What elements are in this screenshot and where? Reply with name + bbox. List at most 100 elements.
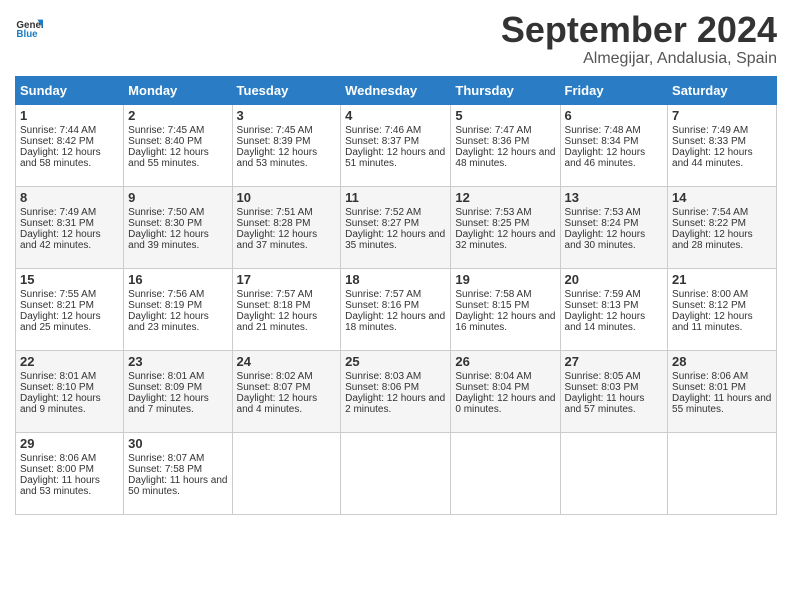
sunset: Sunset: 8:10 PM <box>20 382 94 393</box>
svg-text:Blue: Blue <box>16 29 38 40</box>
calendar-cell: 3Sunrise: 7:45 AMSunset: 8:39 PMDaylight… <box>232 104 341 186</box>
daylight: Daylight: 12 hours and 58 minutes. <box>20 147 101 169</box>
sunrise: Sunrise: 7:49 AM <box>20 207 96 218</box>
header: General Blue September 2024 Almegijar, A… <box>15 10 777 68</box>
sunrise: Sunrise: 7:46 AM <box>345 125 421 136</box>
calendar-cell: 7Sunrise: 7:49 AMSunset: 8:33 PMDaylight… <box>668 104 777 186</box>
col-friday: Friday <box>560 76 668 104</box>
day-number: 5 <box>455 108 555 123</box>
sunrise: Sunrise: 7:45 AM <box>237 125 313 136</box>
sunrise: Sunrise: 8:04 AM <box>455 371 531 382</box>
calendar-cell: 2Sunrise: 7:45 AMSunset: 8:40 PMDaylight… <box>124 104 232 186</box>
day-number: 4 <box>345 108 446 123</box>
sunrise: Sunrise: 7:53 AM <box>565 207 641 218</box>
calendar-cell: 23Sunrise: 8:01 AMSunset: 8:09 PMDayligh… <box>124 350 232 432</box>
daylight: Daylight: 12 hours and 16 minutes. <box>455 311 555 333</box>
sunset: Sunset: 8:21 PM <box>20 300 94 311</box>
daylight: Daylight: 12 hours and 51 minutes. <box>345 147 445 169</box>
sunset: Sunset: 8:22 PM <box>672 218 746 229</box>
calendar-cell: 16Sunrise: 7:56 AMSunset: 8:19 PMDayligh… <box>124 268 232 350</box>
calendar-cell <box>232 432 341 514</box>
day-number: 27 <box>565 354 664 369</box>
sunset: Sunset: 8:25 PM <box>455 218 529 229</box>
day-number: 16 <box>128 272 227 287</box>
title-block: September 2024 Almegijar, Andalusia, Spa… <box>501 10 777 68</box>
daylight: Daylight: 12 hours and 14 minutes. <box>565 311 646 333</box>
daylight: Daylight: 12 hours and 30 minutes. <box>565 229 646 251</box>
calendar-cell: 30Sunrise: 8:07 AMSunset: 7:58 PMDayligh… <box>124 432 232 514</box>
day-number: 15 <box>20 272 119 287</box>
calendar-body: 1Sunrise: 7:44 AMSunset: 8:42 PMDaylight… <box>16 104 777 514</box>
sunset: Sunset: 8:13 PM <box>565 300 639 311</box>
day-number: 18 <box>345 272 446 287</box>
day-number: 8 <box>20 190 119 205</box>
daylight: Daylight: 12 hours and 18 minutes. <box>345 311 445 333</box>
day-number: 7 <box>672 108 772 123</box>
calendar-cell: 4 Sunrise: 7:46 AMSunset: 8:37 PMDaylight… <box>341 104 451 186</box>
daylight: Daylight: 12 hours and 42 minutes. <box>20 229 101 251</box>
sunset: Sunset: 8:37 PM <box>345 136 419 147</box>
day-number: 14 <box>672 190 772 205</box>
calendar-cell: 9Sunrise: 7:50 AMSunset: 8:30 PMDaylight… <box>124 186 232 268</box>
sunset: Sunset: 8:31 PM <box>20 218 94 229</box>
sunrise: Sunrise: 8:01 AM <box>20 371 96 382</box>
sunset: Sunset: 8:30 PM <box>128 218 202 229</box>
sunrise: Sunrise: 7:55 AM <box>20 289 96 300</box>
calendar-cell: 19 Sunrise: 7:58 AMSunset: 8:15 PMDayligh… <box>451 268 560 350</box>
calendar-cell: 18Sunrise: 7:57 AMSunset: 8:16 PMDayligh… <box>341 268 451 350</box>
calendar-row: 8Sunrise: 7:49 AMSunset: 8:31 PMDaylight… <box>16 186 777 268</box>
sunset: Sunset: 8:15 PM <box>455 300 529 311</box>
calendar-cell: 12Sunrise: 7:53 AMSunset: 8:25 PMDayligh… <box>451 186 560 268</box>
sunset: Sunset: 8:39 PM <box>237 136 311 147</box>
calendar-cell: 22Sunrise: 8:01 AMSunset: 8:10 PMDayligh… <box>16 350 124 432</box>
day-number: 1 <box>20 108 119 123</box>
calendar-row: 1Sunrise: 7:44 AMSunset: 8:42 PMDaylight… <box>16 104 777 186</box>
calendar-cell: 8 Sunrise: 7:49 AMSunset: 8:31 PMDaylight… <box>16 186 124 268</box>
sunset: Sunset: 8:04 PM <box>455 382 529 393</box>
day-number: 29 <box>20 436 119 451</box>
day-number: 17 <box>237 272 337 287</box>
day-number: 28 <box>672 354 772 369</box>
day-number: 19 <box>455 272 555 287</box>
day-number: 20 <box>565 272 664 287</box>
sunrise: Sunrise: 7:54 AM <box>672 207 748 218</box>
calendar-row: 15 Sunrise: 7:55 AMSunset: 8:21 PM Dayligh… <box>16 268 777 350</box>
sunrise: Sunrise: 8:07 AM <box>128 453 204 464</box>
sunset: Sunset: 8:00 PM <box>20 464 94 475</box>
calendar-cell: 15Sunrise: 7:55 AMSunset: 8:21 PMDayligh… <box>16 268 124 350</box>
sunrise: Sunrise: 7:44 AM <box>20 125 96 136</box>
daylight: Daylight: 12 hours and 37 minutes. <box>237 229 318 251</box>
sunrise: Sunrise: 7:59 AM <box>565 289 641 300</box>
day-number: 21 <box>672 272 772 287</box>
calendar-cell: 27Sunrise: 8:05 AMSunset: 8:03 PMDayligh… <box>560 350 668 432</box>
sunrise: Sunrise: 7:57 AM <box>345 289 421 300</box>
sunrise: Sunrise: 8:02 AM <box>237 371 313 382</box>
daylight: Daylight: 12 hours and 9 minutes. <box>20 393 101 415</box>
sunrise: Sunrise: 7:52 AM <box>345 207 421 218</box>
sunrise: Sunrise: 7:49 AM <box>672 125 748 136</box>
calendar-cell: 5Sunrise: 7:47 AMSunset: 8:36 PMDaylight… <box>451 104 560 186</box>
location-subtitle: Almegijar, Andalusia, Spain <box>501 50 777 68</box>
sunrise: Sunrise: 7:45 AM <box>128 125 204 136</box>
sunrise: Sunrise: 7:58 AM <box>455 289 531 300</box>
sunset: Sunset: 8:18 PM <box>237 300 311 311</box>
sunrise: Sunrise: 8:06 AM <box>20 453 96 464</box>
calendar-cell <box>668 432 777 514</box>
day-number: 3 <box>237 108 337 123</box>
sunset: Sunset: 8:19 PM <box>128 300 202 311</box>
calendar-cell: 1Sunrise: 7:44 AMSunset: 8:42 PMDaylight… <box>16 104 124 186</box>
col-tuesday: Tuesday <box>232 76 341 104</box>
calendar-row: 22Sunrise: 8:01 AMSunset: 8:10 PMDayligh… <box>16 350 777 432</box>
col-saturday: Saturday <box>668 76 777 104</box>
sunrise: Sunrise: 8:06 AM <box>672 371 748 382</box>
sunset: Sunset: 8:27 PM <box>345 218 419 229</box>
calendar-cell: 11Sunrise: 7:52 AMSunset: 8:27 PMDayligh… <box>341 186 451 268</box>
calendar-cell: 24Sunrise: 8:02 AMSunset: 8:07 PMDayligh… <box>232 350 341 432</box>
daylight: Daylight: 12 hours and 11 minutes. <box>672 311 753 333</box>
month-title: September 2024 <box>501 10 777 50</box>
sunset: Sunset: 8:03 PM <box>565 382 639 393</box>
calendar-cell: 20 Sunrise: 7:59 AMSunset: 8:13 PMDayligh… <box>560 268 668 350</box>
sunset: Sunset: 8:33 PM <box>672 136 746 147</box>
day-number: 13 <box>565 190 664 205</box>
daylight: Daylight: 12 hours and 39 minutes. <box>128 229 209 251</box>
